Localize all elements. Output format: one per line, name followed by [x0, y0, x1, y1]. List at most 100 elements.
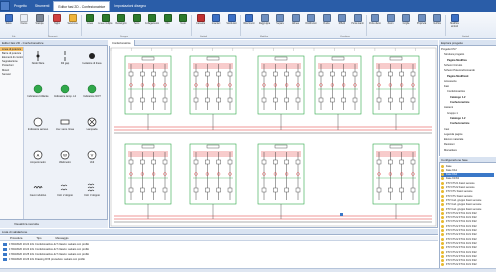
log-row[interactable]: 17/03/2020 10:26 Info Drawing DV6 proced…	[0, 257, 438, 262]
tree-item[interactable]: Pagina Modifica	[447, 59, 467, 62]
symbol-item[interactable]: Indicatore lamp. L2	[53, 83, 77, 109]
log-row[interactable]: 17/03/2020 10:25 Info Confezionatrice.dv…	[0, 252, 438, 257]
ribbon-button[interactable]: Porta dietro	[369, 14, 382, 37]
tree-item[interactable]: Cavi	[444, 128, 449, 131]
document-tab-bar: Confezionatrice	[109, 40, 438, 46]
ribbon-separator	[47, 15, 49, 36]
log-column-header[interactable]: Messaggio	[56, 237, 69, 240]
module-component	[410, 187, 416, 193]
ribbon-button[interactable]: Filo	[161, 14, 174, 37]
ribbon-tab[interactable]: Progetto	[10, 1, 31, 11]
log-row[interactable]: 17/03/2020 10:24 Info Confezionatrice.dv…	[0, 242, 438, 247]
ribbon-button[interactable]: Stampa	[33, 14, 46, 37]
symbol-item[interactable]: Isolatore di linea	[80, 50, 104, 76]
ribbon-button[interactable]: Testo	[130, 14, 143, 37]
symbol-item[interactable]: W Wattmetro	[53, 149, 77, 175]
ribbon-tab[interactable]: Editor fasi 2D - Confezionatrice	[53, 1, 111, 11]
ribbon-button[interactable]: Distribuisci	[305, 14, 318, 37]
log-column-header[interactable]: Tipo	[36, 237, 41, 240]
ribbon-button[interactable]: Inserisci	[210, 14, 223, 37]
ribbon-button[interactable]: Collegamento	[145, 14, 159, 37]
module-component	[140, 159, 145, 165]
configuration-item-label: FTV FTU/2 FTU1 F/21 F/22	[446, 224, 477, 228]
ribbon-button[interactable]: Sostituisci	[225, 14, 238, 37]
ribbon-button[interactable]: Seleziona	[66, 14, 79, 37]
ribbon-button[interactable]: Testo	[177, 14, 190, 37]
tree-item[interactable]: Catalogo 1.2	[450, 117, 465, 120]
log-row[interactable]: 17/03/2020 10:24 Info Confezionatrice.dv…	[0, 247, 438, 252]
symbol-item[interactable]: Lampada	[80, 116, 104, 142]
symbol-category-item[interactable]: Sensori	[0, 72, 23, 76]
tree-item[interactable]: Struttura progetto	[444, 53, 464, 56]
ribbon-button-icon	[276, 14, 284, 22]
tree-item[interactable]: Confezionatrice	[447, 90, 465, 93]
ribbon-button[interactable]: Raggruppa	[258, 14, 271, 37]
application-menu-button[interactable]	[0, 1, 10, 11]
tree-item[interactable]: Revisioni	[444, 143, 455, 146]
symbol-item[interactable]: Coll. 3 doppio	[80, 182, 104, 208]
symbol-category-item[interactable]: Linee di potenza	[0, 47, 23, 52]
tree-item[interactable]: Morsettiere	[444, 149, 457, 152]
ribbon-button[interactable]: Separa	[274, 14, 287, 37]
ribbon-button[interactable]: Proprietà	[415, 14, 428, 37]
ribbon-button[interactable]: Cancella	[194, 14, 207, 37]
ribbon-button-icon	[163, 14, 172, 22]
ribbon-button[interactable]: Verifica	[431, 14, 444, 37]
tree-item[interactable]: Confezionatrice	[450, 101, 469, 104]
symbol-item[interactable]: A Amperometro	[26, 149, 50, 175]
ribbon-tab[interactable]: Impostazioni disegno	[110, 1, 150, 11]
ribbon-button[interactable]: Nuovo	[18, 14, 31, 37]
ribbon-button-label: Ruota	[323, 23, 330, 25]
ribbon-button[interactable]: Modifica simboli	[448, 14, 461, 37]
ribbon-button[interactable]: Taglio	[51, 14, 64, 37]
ribbon-button[interactable]: Rifletti	[336, 14, 349, 37]
ribbon-button[interactable]: Zoom	[384, 14, 397, 37]
ribbon-button[interactable]: Griglia	[400, 14, 413, 37]
tree-item[interactable]: Schemi Circuito	[444, 64, 462, 67]
symbol-item[interactable]: Cavo induttivo	[26, 182, 50, 208]
schematic-drawing[interactable]	[110, 47, 437, 227]
symbol-item[interactable]: Nodo filare	[26, 50, 50, 76]
tree-item[interactable]: Accessorie	[444, 80, 457, 83]
module-component	[162, 159, 168, 165]
tree-item[interactable]: Progetto DV7	[441, 48, 457, 51]
ribbon-button[interactable]: Riferimenti	[243, 14, 256, 37]
document-tab[interactable]: Confezionatrice	[109, 40, 135, 46]
symbol-category-item[interactable]: Barre di potenza	[0, 51, 23, 55]
symbol-item[interactable]: Indicatore acceso	[26, 116, 50, 142]
symbol-item[interactable]: Coll. 2 doppio	[53, 182, 77, 208]
ribbon-button[interactable]: Linee multiple	[98, 14, 113, 37]
ribbon-button[interactable]: Linea	[84, 14, 97, 37]
tree-item[interactable]: Legenda pagine	[444, 133, 463, 136]
tree-item[interactable]: Fasi	[444, 85, 449, 88]
configuration-item[interactable]: FTV FTU/2 FTU1 F/21 F/22	[441, 263, 494, 267]
tree-item[interactable]: Gruppo 1	[447, 112, 458, 115]
symbol-item[interactable]: Fili gap	[53, 50, 77, 76]
symbol-panel-footer[interactable]: Visualizza raccolta	[0, 219, 108, 228]
validation-log-title: Lista di validazione	[2, 229, 28, 234]
status-dot-icon	[441, 241, 444, 245]
symbol-item[interactable]: Indicatore brillante	[26, 83, 50, 109]
ribbon-button[interactable]: Allinea	[289, 14, 302, 37]
ribbon-button-icon	[35, 14, 44, 22]
symbol-item[interactable]: V Volt	[80, 149, 104, 175]
ribbon-button[interactable]: Porta avanti	[351, 14, 364, 37]
ribbon-tab[interactable]: Strumenti	[31, 1, 54, 11]
tree-item[interactable]: Confezionatrice	[450, 122, 469, 125]
tree-item[interactable]: Assiemi	[444, 106, 453, 109]
symbol-item[interactable]: Avv. sens. linea	[53, 116, 77, 142]
symbol-category-item[interactable]: Elementi di controllo	[0, 55, 23, 59]
ribbon-button[interactable]: Rettangolo	[115, 14, 128, 37]
ribbon-button[interactable]: Salva	[2, 14, 15, 37]
tree-item[interactable]: Pagina Modificati	[447, 75, 468, 78]
tree-item[interactable]: Elenco materiale	[444, 138, 463, 141]
ribbon-button-label: Linea	[87, 23, 93, 25]
tree-item[interactable]: Schemi Potenza/Comando	[444, 69, 475, 72]
module-component	[151, 159, 156, 165]
symbol-item[interactable]: Indicatore NOT	[80, 83, 104, 109]
module-component	[284, 187, 289, 193]
log-column-header[interactable]: Procedura	[10, 237, 22, 240]
tree-item[interactable]: Catalogo 1.2	[450, 96, 465, 99]
voltmeter-icon: V	[86, 149, 98, 161]
ribbon-button[interactable]: Ruota	[320, 14, 333, 37]
